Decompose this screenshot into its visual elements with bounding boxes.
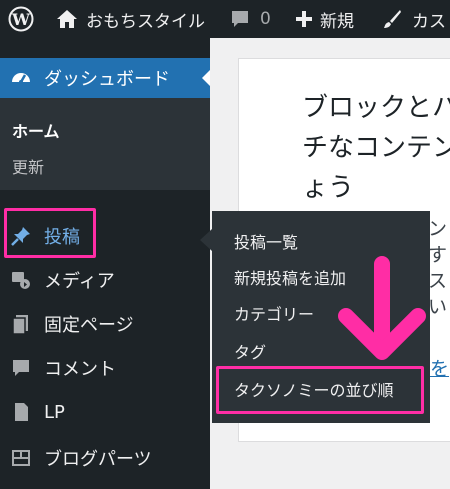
admin-sidebar: ダッシュボード ホーム 更新 投稿 メディア 固定ページ コメント LP ブログ… — [0, 38, 210, 489]
media-label: メディア — [44, 271, 115, 292]
submenu-updates[interactable]: 更新 — [12, 154, 44, 178]
welcome-line: ょう — [302, 173, 355, 203]
document-icon — [15, 403, 28, 421]
admin-bar: W おもちスタイル 0 新規 カス — [0, 0, 450, 38]
customize-label: カス — [412, 11, 446, 32]
taxonomy-highlight-box — [216, 366, 424, 414]
site-name-link[interactable]: おもちスタイル — [56, 0, 205, 38]
menu-blog-parts[interactable]: ブログパーツ — [0, 438, 210, 478]
wordpress-logo-icon[interactable]: W — [8, 0, 34, 38]
menu-lp[interactable]: LP — [0, 392, 210, 432]
comments-label: コメント — [44, 359, 116, 380]
partial-link[interactable]: を — [430, 354, 449, 381]
welcome-line: ブロックとハ — [302, 93, 450, 123]
lp-label: LP — [44, 401, 65, 423]
comments-count: 0 — [260, 9, 271, 29]
home-icon — [57, 10, 77, 28]
flyout-tags[interactable]: タグ — [234, 339, 266, 363]
current-menu-arrow — [202, 70, 210, 86]
pink-down-arrow-icon — [338, 256, 426, 360]
menu-comments[interactable]: コメント — [0, 348, 210, 388]
comment-bubble-icon — [232, 11, 248, 27]
svg-text:W: W — [11, 10, 31, 29]
flyout-pointer — [200, 229, 212, 251]
partial-text: す — [428, 244, 448, 266]
site-name: おもちスタイル — [86, 11, 205, 32]
comments-link[interactable]: 0 — [230, 0, 271, 38]
media-icon — [12, 272, 30, 289]
flyout-add-new-post[interactable]: 新規投稿を追加 — [234, 265, 346, 289]
dashboard-submenu: ホーム 更新 — [0, 98, 210, 190]
menu-media[interactable]: メディア — [0, 260, 210, 300]
flyout-categories[interactable]: カテゴリー — [234, 301, 314, 325]
menu-pages[interactable]: 固定ページ — [0, 304, 210, 344]
comment-icon — [13, 360, 29, 376]
new-content-link[interactable]: 新規 — [296, 0, 354, 38]
plus-icon — [296, 11, 312, 27]
grid-icon — [12, 450, 30, 466]
new-label: 新規 — [320, 11, 354, 32]
customize-link[interactable]: カス — [382, 0, 446, 38]
posts-highlight-box — [4, 208, 96, 258]
partial-text: い — [428, 296, 448, 318]
flyout-all-posts[interactable]: 投稿一覧 — [234, 229, 298, 253]
pages-label: 固定ページ — [44, 315, 134, 336]
dashboard-label: ダッシュボード — [44, 69, 170, 90]
partial-text: ス — [428, 270, 448, 292]
blog-parts-label: ブログパーツ — [44, 449, 152, 470]
brush-icon — [384, 10, 401, 28]
welcome-line: チなコンテン — [302, 133, 450, 163]
submenu-home[interactable]: ホーム — [12, 118, 60, 142]
welcome-heading: ブロックとハ チなコンテン ょう — [302, 88, 450, 208]
menu-dashboard[interactable]: ダッシュボード — [0, 58, 210, 98]
page-icon — [12, 315, 28, 335]
partial-text: ン — [428, 218, 448, 240]
dashboard-gauge-icon — [12, 73, 30, 84]
